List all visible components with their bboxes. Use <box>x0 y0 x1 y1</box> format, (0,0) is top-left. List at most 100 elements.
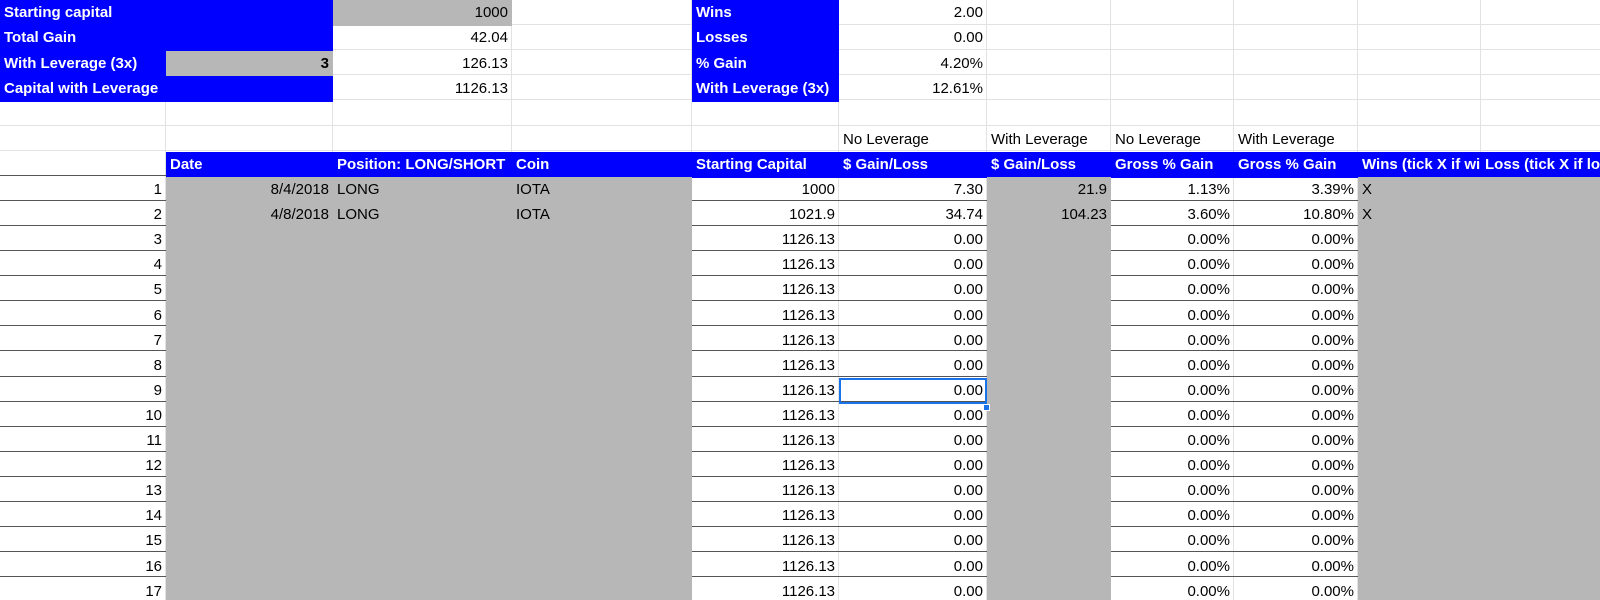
gross-pct-gain-leverage-cell[interactable]: 0.00% <box>1234 277 1358 303</box>
gross-pct-gain-cell[interactable]: 0.00% <box>1111 252 1234 278</box>
starting-capital-cell[interactable]: 1021.9 <box>692 202 839 228</box>
win-tick-cell[interactable] <box>1358 303 1481 329</box>
gross-pct-gain-cell[interactable]: 0.00% <box>1111 353 1234 379</box>
starting-capital-cell[interactable]: 1126.13 <box>692 378 839 404</box>
summary-label-total-gain[interactable]: Total Gain <box>0 25 333 51</box>
coin-cell[interactable] <box>512 579 692 600</box>
loss-tick-cell[interactable] <box>1481 503 1600 529</box>
position-cell[interactable] <box>333 478 512 504</box>
gain-loss-cell[interactable]: 0.00 <box>839 503 987 529</box>
gain-loss-leverage-cell[interactable] <box>987 277 1111 303</box>
date-cell[interactable] <box>166 503 333 529</box>
starting-capital-cell[interactable]: 1126.13 <box>692 503 839 529</box>
coin-cell[interactable] <box>512 378 692 404</box>
gross-pct-gain-leverage-cell[interactable]: 0.00% <box>1234 428 1358 454</box>
gross-pct-gain-leverage-cell[interactable]: 0.00% <box>1234 579 1358 600</box>
summary-label-losses[interactable]: Losses <box>692 25 839 51</box>
subheader-no-leverage[interactable]: No Leverage <box>839 127 987 153</box>
position-cell[interactable] <box>333 252 512 278</box>
loss-tick-cell[interactable] <box>1481 177 1600 203</box>
gain-loss-cell[interactable]: 0.00 <box>839 554 987 580</box>
gain-loss-leverage-cell[interactable] <box>987 554 1111 580</box>
coin-cell[interactable] <box>512 453 692 479</box>
position-cell[interactable]: LONG <box>333 202 512 228</box>
gross-pct-gain-cell[interactable]: 1.13% <box>1111 177 1234 203</box>
date-cell[interactable] <box>166 403 333 429</box>
gross-pct-gain-leverage-cell[interactable]: 0.00% <box>1234 303 1358 329</box>
coin-cell[interactable] <box>512 428 692 454</box>
starting-capital-cell[interactable]: 1126.13 <box>692 403 839 429</box>
column-header-losses[interactable]: Loss (tick X if loss) <box>1481 152 1600 178</box>
starting-capital-cell[interactable]: 1126.13 <box>692 252 839 278</box>
gain-loss-cell[interactable]: 0.00 <box>839 252 987 278</box>
gross-pct-gain-cell[interactable]: 0.00% <box>1111 303 1234 329</box>
date-cell[interactable] <box>166 378 333 404</box>
gross-pct-gain-leverage-cell[interactable]: 0.00% <box>1234 227 1358 253</box>
win-tick-cell[interactable]: X <box>1358 202 1481 228</box>
gross-pct-gain-cell[interactable]: 0.00% <box>1111 453 1234 479</box>
date-cell[interactable] <box>166 478 333 504</box>
position-cell[interactable] <box>333 554 512 580</box>
coin-cell[interactable] <box>512 403 692 429</box>
date-cell[interactable] <box>166 579 333 600</box>
position-cell[interactable] <box>333 303 512 329</box>
gross-pct-gain-leverage-cell[interactable]: 0.00% <box>1234 252 1358 278</box>
date-cell[interactable] <box>166 252 333 278</box>
gross-pct-gain-cell[interactable]: 0.00% <box>1111 503 1234 529</box>
position-cell[interactable] <box>333 378 512 404</box>
starting-capital-cell[interactable]: 1126.13 <box>692 303 839 329</box>
gross-pct-gain-cell[interactable]: 0.00% <box>1111 227 1234 253</box>
coin-cell[interactable] <box>512 528 692 554</box>
column-header-gain-loss-leverage[interactable]: $ Gain/Loss <box>987 152 1111 178</box>
summary-value-losses[interactable]: 0.00 <box>839 25 987 51</box>
loss-tick-cell[interactable] <box>1481 303 1600 329</box>
gain-loss-cell[interactable]: 0.00 <box>839 478 987 504</box>
gain-loss-leverage-cell[interactable] <box>987 353 1111 379</box>
summary-value-capital-with-leverage[interactable]: 1126.13 <box>333 76 512 102</box>
gain-loss-cell[interactable]: 0.00 <box>839 579 987 600</box>
win-tick-cell[interactable] <box>1358 277 1481 303</box>
column-header-date[interactable]: Date <box>166 152 333 178</box>
gain-loss-leverage-cell[interactable] <box>987 303 1111 329</box>
win-tick-cell[interactable] <box>1358 453 1481 479</box>
starting-capital-cell[interactable]: 1126.13 <box>692 227 839 253</box>
gain-loss-cell[interactable]: 0.00 <box>839 277 987 303</box>
win-tick-cell[interactable] <box>1358 328 1481 354</box>
summary-value-pct-gain[interactable]: 4.20% <box>839 51 987 77</box>
gross-pct-gain-cell[interactable]: 3.60% <box>1111 202 1234 228</box>
gain-loss-leverage-cell[interactable] <box>987 252 1111 278</box>
gain-loss-cell[interactable]: 0.00 <box>839 428 987 454</box>
gain-loss-cell[interactable]: 0.00 <box>839 353 987 379</box>
gross-pct-gain-leverage-cell[interactable]: 0.00% <box>1234 378 1358 404</box>
loss-tick-cell[interactable] <box>1481 227 1600 253</box>
win-tick-cell[interactable] <box>1358 528 1481 554</box>
gross-pct-gain-leverage-cell[interactable]: 0.00% <box>1234 328 1358 354</box>
loss-tick-cell[interactable] <box>1481 252 1600 278</box>
summary-label-capital-with-leverage[interactable]: Capital with Leverage <box>0 76 333 102</box>
date-cell[interactable] <box>166 453 333 479</box>
date-cell[interactable]: 4/8/2018 <box>166 202 333 228</box>
column-header-gain-loss[interactable]: $ Gain/Loss <box>839 152 987 178</box>
gross-pct-gain-cell[interactable]: 0.00% <box>1111 328 1234 354</box>
loss-tick-cell[interactable] <box>1481 428 1600 454</box>
column-header-gross-pct-gain-leverage[interactable]: Gross % Gain <box>1234 152 1358 178</box>
loss-tick-cell[interactable] <box>1481 579 1600 600</box>
gain-loss-cell[interactable]: 0.00 <box>839 227 987 253</box>
subheader-with-leverage[interactable]: With Leverage <box>987 127 1111 153</box>
gross-pct-gain-leverage-cell[interactable]: 0.00% <box>1234 478 1358 504</box>
gain-loss-cell[interactable]: 0.00 <box>839 328 987 354</box>
gain-loss-leverage-cell[interactable] <box>987 503 1111 529</box>
coin-cell[interactable] <box>512 303 692 329</box>
win-tick-cell[interactable] <box>1358 252 1481 278</box>
gross-pct-gain-leverage-cell[interactable]: 0.00% <box>1234 528 1358 554</box>
gross-pct-gain-cell[interactable]: 0.00% <box>1111 403 1234 429</box>
win-tick-cell[interactable] <box>1358 503 1481 529</box>
coin-cell[interactable]: IOTA <box>512 177 692 203</box>
loss-tick-cell[interactable] <box>1481 202 1600 228</box>
column-header-wins[interactable]: Wins (tick X if win) <box>1358 152 1481 178</box>
gross-pct-gain-cell[interactable]: 0.00% <box>1111 428 1234 454</box>
gross-pct-gain-leverage-cell[interactable]: 3.39% <box>1234 177 1358 203</box>
column-header-position[interactable]: Position: LONG/SHORT <box>333 152 512 178</box>
loss-tick-cell[interactable] <box>1481 353 1600 379</box>
gross-pct-gain-cell[interactable]: 0.00% <box>1111 378 1234 404</box>
